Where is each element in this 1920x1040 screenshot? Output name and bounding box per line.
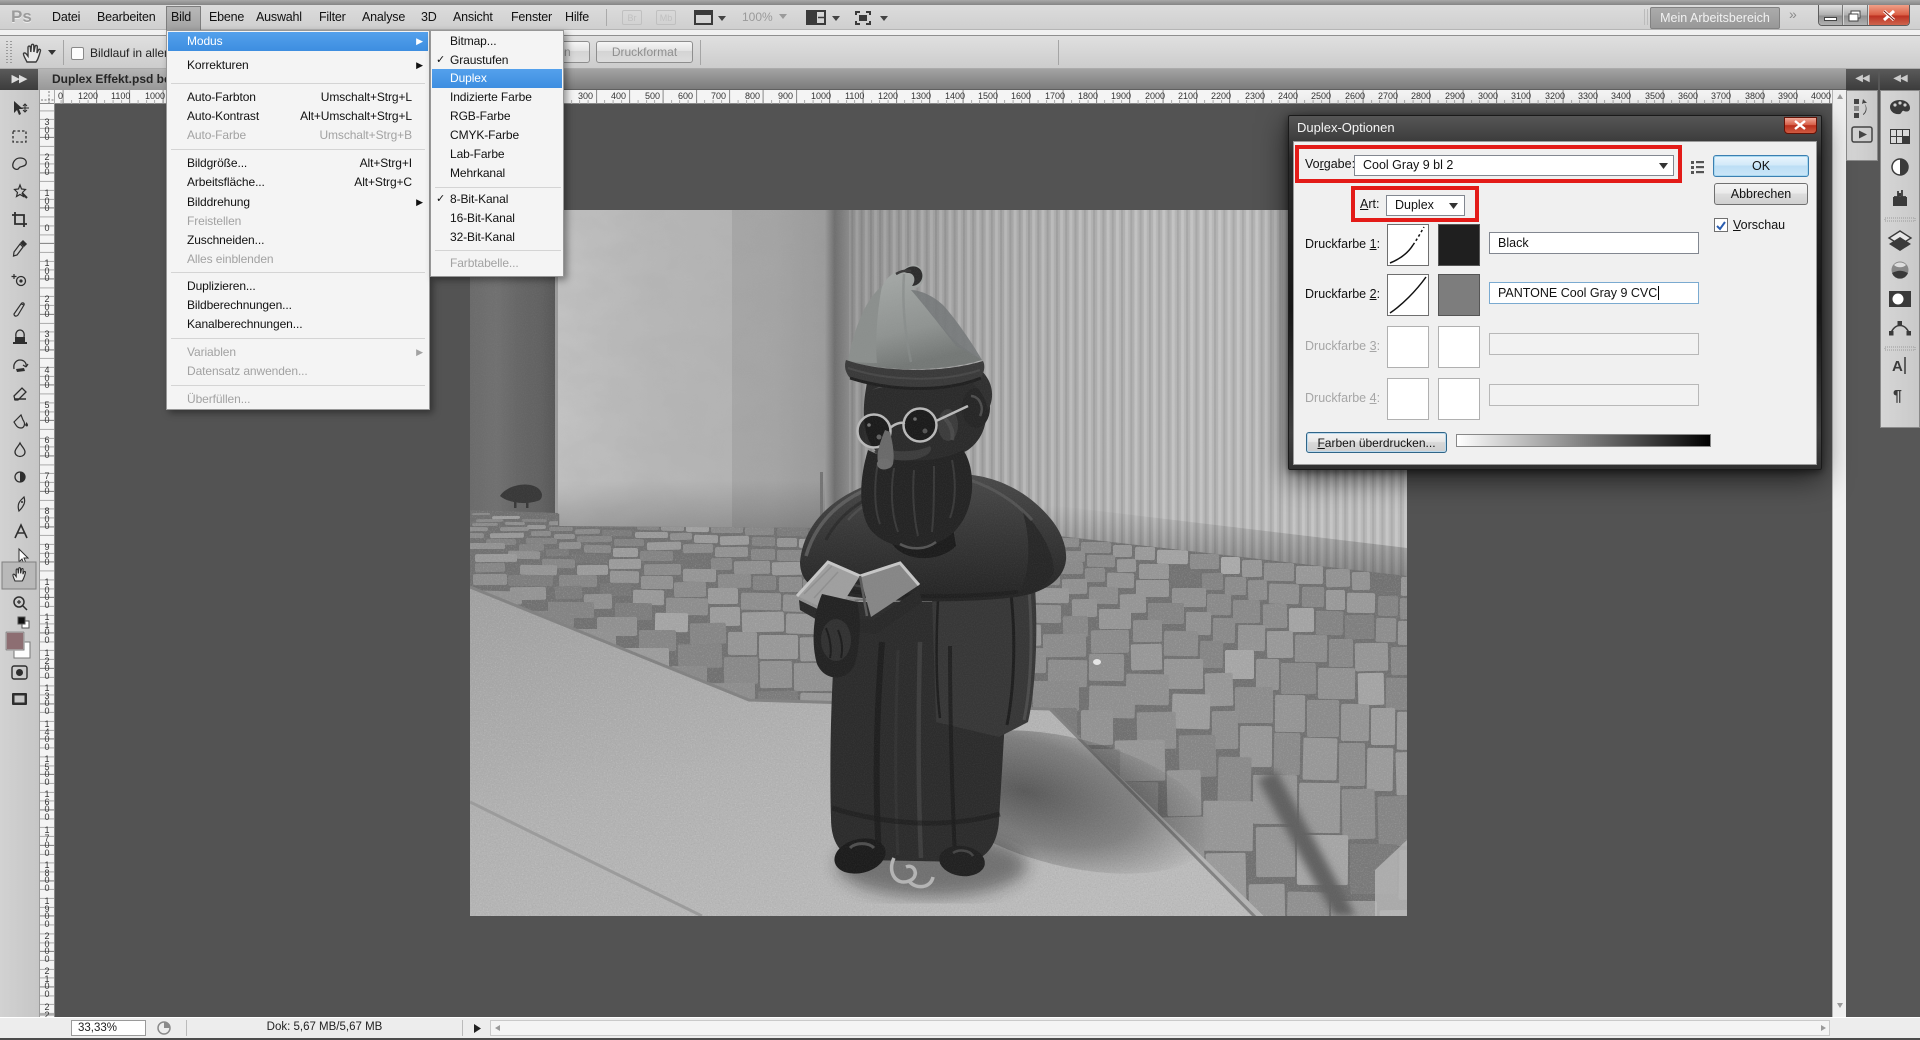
svg-text:¶: ¶ bbox=[1893, 388, 1902, 405]
svg-text:A: A bbox=[1892, 358, 1903, 375]
